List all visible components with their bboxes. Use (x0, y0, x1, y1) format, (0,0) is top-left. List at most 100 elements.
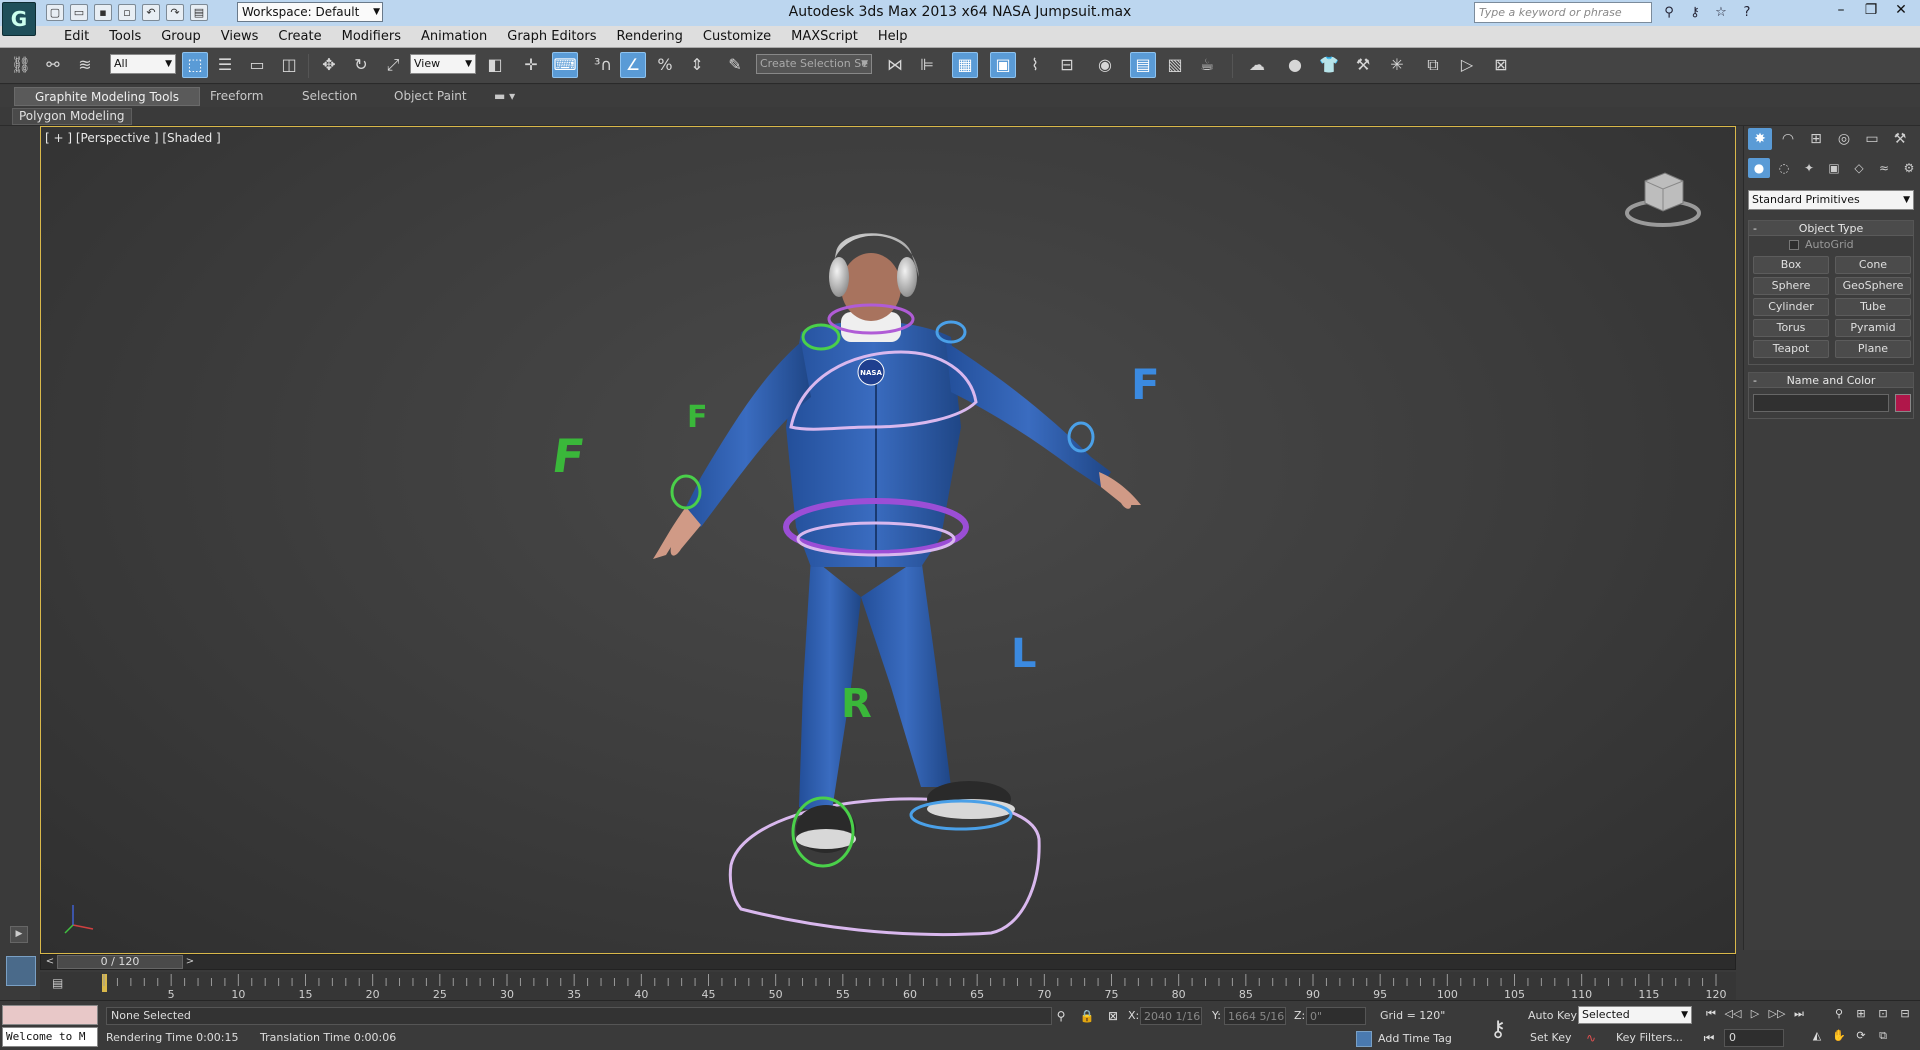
select-manipulate-icon[interactable]: ✛ (518, 52, 544, 78)
binoculars-icon[interactable]: ⚲ (1658, 3, 1680, 22)
menu-views[interactable]: Views (211, 28, 269, 46)
skin-tool-icon[interactable]: ⧉ (1420, 52, 1446, 78)
systems-icon[interactable]: ⚙ (1898, 158, 1920, 178)
isolate-selection-icon[interactable]: ⚲ (1052, 1007, 1070, 1025)
auto-key-button[interactable]: Auto Key (1524, 1007, 1581, 1025)
maxscript-listener-input[interactable]: Welcome to M (2, 1027, 98, 1047)
named-selection-set-dropdown[interactable]: Create Selection Se ▼ (756, 54, 872, 74)
menu-help[interactable]: Help (868, 28, 918, 46)
zoom-icon[interactable]: ⚲ (1830, 1005, 1848, 1023)
menu-customize[interactable]: Customize (693, 28, 781, 46)
menu-rendering[interactable]: Rendering (607, 28, 693, 46)
workspace-dropdown[interactable]: Workspace: Default ▼ (237, 2, 383, 22)
hold-icon[interactable]: ▫ (118, 4, 136, 21)
checkbox-box[interactable] (1789, 240, 1799, 250)
menu-modifiers[interactable]: Modifiers (332, 28, 411, 46)
help-icon[interactable]: ? (1736, 3, 1758, 22)
geosphere-button[interactable]: GeoSphere (1835, 277, 1911, 295)
application-button[interactable]: G (2, 2, 36, 36)
lights-icon[interactable]: ✦ (1798, 158, 1820, 178)
menu-animation[interactable]: Animation (411, 28, 497, 46)
motion-tab-icon[interactable]: ◎ (1832, 128, 1856, 150)
perspective-viewport[interactable]: [ + ] [Perspective ] [Shaded ] NASA F F … (40, 126, 1736, 954)
open-file-icon[interactable]: ▭ (70, 4, 88, 21)
tab-graphite-modeling-tools[interactable]: Graphite Modeling Tools (14, 87, 201, 106)
link-icon[interactable]: ⛓ (8, 52, 34, 78)
pan-icon[interactable]: ✋ (1830, 1027, 1848, 1045)
ribbon-panel-polygon-modeling[interactable]: Polygon Modeling (12, 108, 132, 125)
teapot-button[interactable]: Teapot (1753, 340, 1829, 358)
save-file-icon[interactable]: ▪ (94, 4, 112, 21)
torus-button[interactable]: Torus (1753, 319, 1829, 337)
window-crossing-icon[interactable]: ◫ (276, 52, 302, 78)
go-to-end-icon[interactable]: ⏭ (1790, 1005, 1808, 1023)
rendered-frame-window-icon[interactable]: ▧ (1162, 52, 1188, 78)
star-icon[interactable]: ☆ (1710, 3, 1732, 22)
hierarchy-tab-icon[interactable]: ⊞ (1804, 128, 1828, 150)
percent-snap-icon[interactable]: % (652, 52, 678, 78)
add-time-tag[interactable]: Add Time Tag (1356, 1031, 1452, 1047)
layer-manager-icon[interactable]: ▦ (952, 52, 978, 78)
curve-icon[interactable]: ∿ (1582, 1029, 1600, 1047)
spinner-snap-icon[interactable]: ⇕ (684, 52, 710, 78)
autogrid-checkbox[interactable]: AutoGrid (1749, 236, 1913, 254)
redo-icon[interactable]: ↷ (166, 4, 184, 21)
zoom-extents-icon[interactable]: ⊡ (1874, 1005, 1892, 1023)
time-slider-thumb[interactable]: 0 / 120 (57, 955, 183, 969)
current-frame-field[interactable]: 0 (1724, 1029, 1784, 1047)
zoom-extents-all-icon[interactable]: ⊟ (1896, 1005, 1914, 1023)
menu-graph-editors[interactable]: Graph Editors (497, 28, 606, 46)
mini-curve-editor-button[interactable] (6, 956, 36, 986)
maximize-viewport-icon[interactable]: ⧉ (1874, 1027, 1892, 1045)
restore-button[interactable]: ❐ (1856, 0, 1886, 22)
geometry-icon[interactable]: ● (1748, 158, 1770, 178)
schematic-view-icon[interactable]: ⊟ (1054, 52, 1080, 78)
hair-tool-icon[interactable]: ⚒ (1350, 52, 1376, 78)
undo-icon[interactable]: ↶ (142, 4, 160, 21)
expand-panel-icon[interactable]: ▶ (10, 926, 28, 943)
menu-tools[interactable]: Tools (99, 28, 151, 46)
material-editor-icon[interactable]: ◉ (1092, 52, 1118, 78)
keyboard-shortcut-override-icon[interactable]: ⌨ (552, 52, 578, 78)
maxscript-listener-output[interactable] (2, 1005, 98, 1025)
orbit-icon[interactable]: ⟳ (1852, 1027, 1870, 1045)
mirror-icon[interactable]: ⋈ (882, 52, 908, 78)
tab-selection[interactable]: Selection (282, 87, 377, 106)
rotate-icon[interactable]: ↻ (348, 52, 374, 78)
pivot-center-icon[interactable]: ◧ (482, 52, 508, 78)
move-icon[interactable]: ✥ (316, 52, 342, 78)
chevron-left-icon[interactable]: < (43, 955, 57, 969)
modify-tab-icon[interactable]: ◠ (1776, 128, 1800, 150)
ribbon-options-icon[interactable]: ▬ ▾ (486, 87, 523, 106)
go-to-start-icon[interactable]: ⏮ (1702, 1005, 1720, 1023)
cloth-icon[interactable]: 👕 (1316, 52, 1342, 78)
y-coordinate-field[interactable]: 1664 5/16" (1224, 1007, 1286, 1025)
unlink-icon[interactable]: ⚯ (40, 52, 66, 78)
scale-icon[interactable]: ⤢ (380, 52, 406, 78)
minimize-button[interactable]: – (1826, 0, 1856, 22)
sphere-tool-icon[interactable]: ● (1282, 52, 1308, 78)
cameras-icon[interactable]: ▣ (1823, 158, 1845, 178)
communication-key-icon[interactable]: ⚷ (1684, 3, 1706, 22)
project-folder-icon[interactable]: ▤ (190, 4, 208, 21)
play-tool-icon[interactable]: ▷ (1454, 52, 1480, 78)
tube-button[interactable]: Tube (1835, 298, 1911, 316)
cylinder-button[interactable]: Cylinder (1753, 298, 1829, 316)
time-slider[interactable]: < 0 / 120 > (40, 954, 1736, 970)
space-warps-icon[interactable]: ≈ (1873, 158, 1895, 178)
plane-button[interactable]: Plane (1835, 340, 1911, 358)
close-button[interactable]: ✕ (1886, 0, 1916, 22)
snaps-toggle-icon[interactable]: ³∩ (590, 52, 616, 78)
menu-create[interactable]: Create (268, 28, 331, 46)
angle-snap-icon[interactable]: ∠ (620, 52, 646, 78)
sphere-button[interactable]: Sphere (1753, 277, 1829, 295)
object-type-rollout-header[interactable]: - Object Type (1749, 221, 1913, 236)
utilities-tab-icon[interactable]: ⚒ (1888, 128, 1912, 150)
particle-tool-icon[interactable]: ✳ (1384, 52, 1410, 78)
select-object-icon[interactable]: ⬚ (182, 52, 208, 78)
key-mode-dropdown[interactable]: Selected ▼ (1578, 1006, 1692, 1024)
absolute-mode-icon[interactable]: ⊠ (1104, 1007, 1122, 1025)
display-tab-icon[interactable]: ▭ (1860, 128, 1884, 150)
align-icon[interactable]: ⊫ (914, 52, 940, 78)
selection-filter-dropdown[interactable]: All ▼ (110, 54, 176, 74)
